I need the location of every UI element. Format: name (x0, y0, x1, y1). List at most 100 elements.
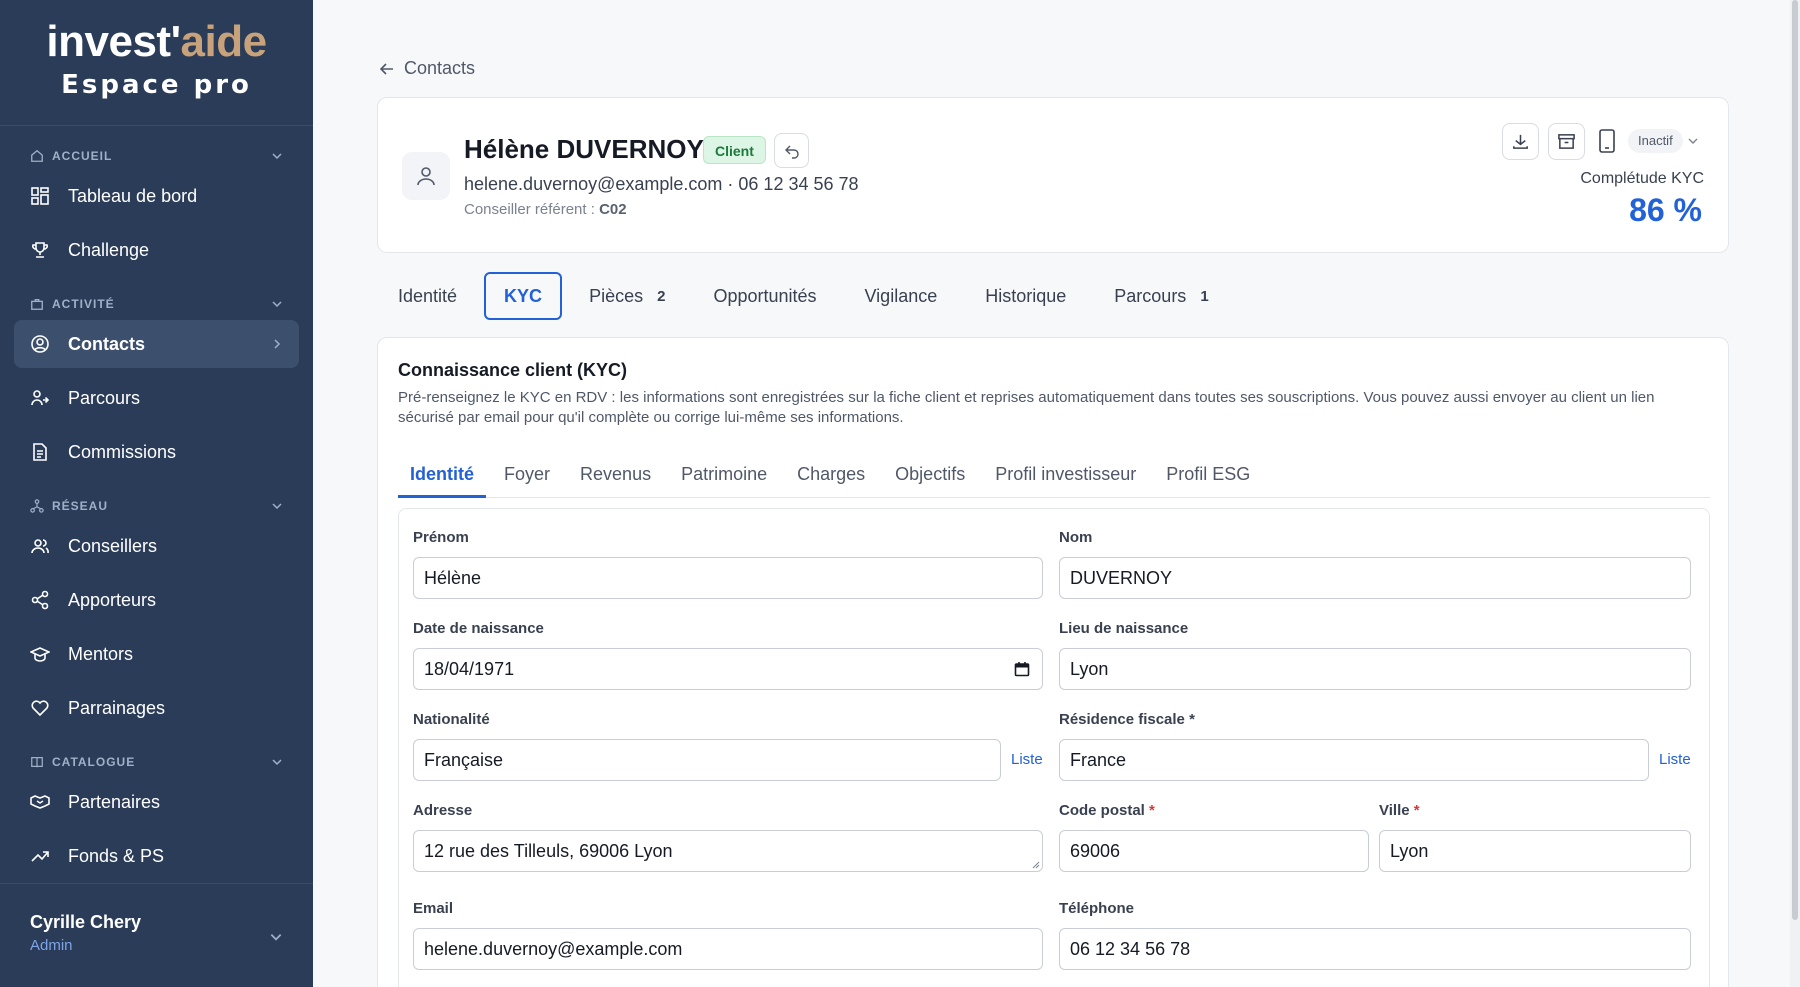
sidebar-item-apporteurs[interactable]: Apporteurs (14, 576, 299, 624)
chevron-down-icon (272, 759, 282, 766)
ville-input[interactable]: Lyon (1379, 830, 1691, 872)
sidebar-item-parrainages[interactable]: Parrainages (14, 684, 299, 732)
status-dropdown[interactable]: Inactif (1628, 129, 1683, 153)
archive-button[interactable] (1548, 123, 1585, 160)
briefcase-icon (31, 298, 43, 310)
chevron-down-icon (272, 503, 282, 510)
telephone-label: Téléphone (1059, 900, 1135, 917)
nationalite-liste-link[interactable]: Liste (1011, 751, 1043, 768)
code-postal-input[interactable]: 69006 (1059, 830, 1369, 872)
telephone-input[interactable]: 06 12 34 56 78 (1059, 928, 1691, 970)
sidebar-item-mentors[interactable]: Mentors (14, 630, 299, 678)
section-activite[interactable]: ACTIVITÉ (0, 294, 313, 314)
logo-subtitle: Espace pro (61, 70, 252, 100)
tab-historique[interactable]: Historique (964, 272, 1087, 320)
email-field[interactable]: helene.duvernoy@example.com (413, 928, 1043, 970)
undo-button[interactable] (774, 133, 809, 168)
arrow-left-icon (379, 62, 393, 75)
subtab-objectifs[interactable]: Objectifs (883, 458, 977, 498)
network-icon (30, 499, 44, 513)
download-button[interactable] (1502, 123, 1539, 160)
contact-icon (31, 335, 49, 353)
section-accueil[interactable]: ACCUEIL (0, 146, 313, 166)
heart-icon (31, 700, 49, 717)
sidebar-nav: ACCUEIL Tableau de bord Challenge ACTIVI… (0, 126, 313, 883)
mobile-icon[interactable] (1596, 128, 1618, 154)
tab-pieces[interactable]: Pièces 2 (568, 272, 686, 320)
lieu-naissance-input[interactable]: Lyon (1059, 648, 1691, 690)
tab-parcours[interactable]: Parcours 1 (1093, 272, 1229, 320)
nom-input[interactable]: DUVERNOY (1059, 557, 1691, 599)
chevron-down-icon (272, 153, 282, 160)
undo-icon (784, 145, 799, 159)
nationalite-input[interactable]: Française (413, 739, 1001, 781)
user-menu[interactable]: Cyrille Chery Admin (0, 883, 313, 987)
sidebar-item-fonds-ps[interactable]: Fonds & PS (14, 832, 299, 880)
tab-count: 2 (657, 287, 666, 305)
sidebar-item-contacts[interactable]: Contacts (14, 320, 299, 368)
users-icon (31, 539, 49, 554)
sidebar-item-challenge[interactable]: Challenge (14, 226, 299, 274)
resize-grip-icon[interactable] (1030, 859, 1040, 869)
client-contact: helene.duvernoy@example.com · 06 12 34 5… (464, 174, 859, 194)
tab-count: 1 (1200, 287, 1209, 305)
date-naissance-label: Date de naissance (413, 620, 544, 637)
code-postal-label: Code postal * (1059, 802, 1155, 819)
avatar (402, 152, 450, 200)
section-reseau[interactable]: RÉSEAU (0, 496, 313, 516)
sidebar-item-commissions[interactable]: Commissions (14, 428, 299, 476)
subtab-identite[interactable]: Identité (398, 458, 487, 498)
route-icon (31, 390, 50, 406)
subtab-charges[interactable]: Charges (785, 458, 877, 498)
residence-fiscale-label: Résidence fiscale * (1059, 711, 1195, 728)
chevron-down-icon (272, 301, 282, 308)
tab-identite[interactable]: Identité (377, 272, 478, 320)
scrollbar-thumb[interactable] (1792, 0, 1798, 920)
residence-fiscale-input[interactable]: France (1059, 739, 1649, 781)
sidebar: invest'aide Espace pro ACCUEIL Tableau d… (0, 0, 313, 987)
prenom-input[interactable]: Hélène (413, 557, 1043, 599)
kyc-title: Connaissance client (KYC) (398, 360, 628, 380)
tab-opportunites[interactable]: Opportunités (692, 272, 837, 320)
kyc-subtabs: Identité Foyer Revenus Patrimoine Charge… (398, 458, 1710, 498)
residence-liste-link[interactable]: Liste (1659, 751, 1691, 768)
user-name: Cyrille Chery (30, 912, 142, 932)
logo-title: invest'aide (46, 17, 267, 66)
sidebar-item-conseillers[interactable]: Conseillers (14, 522, 299, 570)
section-catalogue[interactable]: CATALOGUE (0, 752, 313, 772)
home-icon (31, 149, 43, 162)
calendar-icon[interactable] (1014, 661, 1030, 677)
back-link[interactable]: Contacts (378, 58, 475, 79)
client-advisor: Conseiller référent : C02 (464, 201, 627, 218)
handshake-icon (30, 795, 50, 809)
sidebar-item-partenaires[interactable]: Partenaires (14, 778, 299, 826)
subtab-foyer[interactable]: Foyer (492, 458, 562, 498)
kyc-completion-value: 86 % (1629, 192, 1702, 228)
document-icon (33, 443, 47, 461)
subtab-patrimoine[interactable]: Patrimoine (669, 458, 779, 498)
tab-kyc[interactable]: KYC (484, 272, 563, 320)
sidebar-item-tableau-de-bord[interactable]: Tableau de bord (14, 172, 299, 220)
client-header-card: Hélène DUVERNOY Client helene.duvernoy@e… (377, 97, 1729, 253)
scrollbar[interactable] (1790, 0, 1800, 987)
trophy-icon (32, 242, 48, 258)
adresse-textarea[interactable]: 12 rue des Tilleuls, 69006 Lyon (413, 830, 1043, 872)
user-role: Admin (30, 937, 73, 954)
adresse-label: Adresse (413, 802, 473, 819)
client-badge: Client (703, 136, 766, 164)
book-icon (31, 757, 43, 768)
main-content: Contacts Hélène DUVERNOY Client helene.d… (313, 0, 1800, 987)
chevron-down-icon[interactable] (1687, 135, 1699, 147)
subtab-profil-esg[interactable]: Profil ESG (1154, 458, 1262, 498)
chevron-down-icon (270, 934, 282, 941)
subtab-profil-investisseur[interactable]: Profil investisseur (983, 458, 1148, 498)
subtab-revenus[interactable]: Revenus (568, 458, 663, 498)
date-naissance-input[interactable]: 18/04/1971 (413, 648, 1043, 690)
kyc-description: Pré-renseignez le KYC en RDV : les infor… (398, 389, 1655, 426)
download-icon (1513, 134, 1528, 149)
logo[interactable]: invest'aide Espace pro (0, 0, 313, 126)
nationalite-label: Nationalité (413, 711, 490, 728)
tab-vigilance[interactable]: Vigilance (844, 272, 959, 320)
lieu-naissance-label: Lieu de naissance (1059, 620, 1189, 637)
sidebar-item-parcours[interactable]: Parcours (14, 374, 299, 422)
